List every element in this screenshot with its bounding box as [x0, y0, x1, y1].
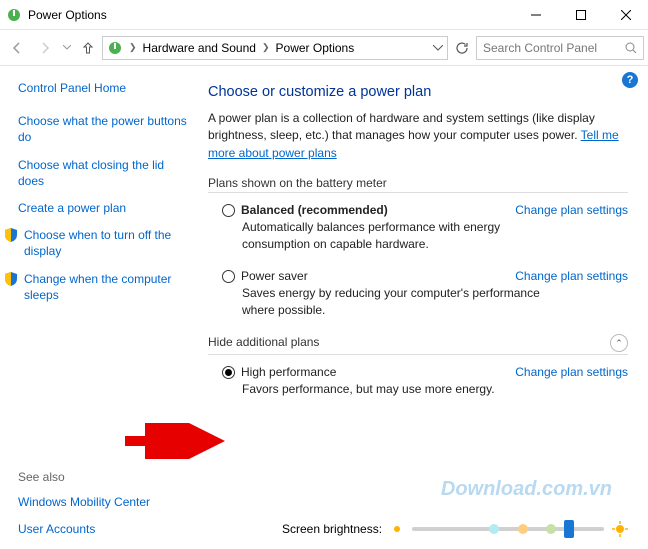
- sidebar-home[interactable]: Control Panel Home: [18, 80, 190, 96]
- sun-bright-icon: [612, 521, 628, 537]
- help-icon[interactable]: ?: [622, 72, 638, 88]
- sidebar: Control Panel Home Choose what the power…: [0, 66, 202, 549]
- chevron-down-icon[interactable]: [433, 45, 443, 51]
- plan-high-performance-desc: Favors performance, but may use more ene…: [242, 381, 568, 398]
- up-button[interactable]: [76, 36, 100, 60]
- change-settings-balanced[interactable]: Change plan settings: [515, 203, 628, 217]
- brightness-label: Screen brightness:: [282, 522, 382, 536]
- hide-plans-toggle[interactable]: Hide additional plans: [208, 335, 319, 349]
- section-battery-plans: Plans shown on the battery meter: [208, 176, 628, 190]
- change-settings-high-performance[interactable]: Change plan settings: [515, 365, 628, 379]
- search-input[interactable]: Search Control Panel: [476, 36, 644, 60]
- page-description: A power plan is a collection of hardware…: [208, 110, 628, 162]
- titlebar: Power Options: [0, 0, 648, 30]
- shield-icon: [4, 227, 18, 259]
- shield-icon: [4, 271, 18, 303]
- chevron-right-icon: ❯: [262, 42, 270, 53]
- sidebar-link-accounts[interactable]: User Accounts: [18, 521, 190, 537]
- power-icon: [107, 40, 123, 56]
- minimize-button[interactable]: [513, 0, 558, 29]
- change-settings-power-saver[interactable]: Change plan settings: [515, 269, 628, 283]
- window-title: Power Options: [28, 8, 513, 22]
- sidebar-link-create-plan[interactable]: Create a power plan: [18, 200, 190, 216]
- address-bar[interactable]: ❯ Hardware and Sound ❯ Power Options: [102, 36, 448, 60]
- plan-balanced-desc: Automatically balances performance with …: [242, 219, 568, 253]
- app-icon: [0, 7, 28, 23]
- radio-high-performance[interactable]: [222, 366, 235, 379]
- search-placeholder: Search Control Panel: [483, 41, 597, 55]
- brightness-slider[interactable]: [412, 527, 604, 531]
- sidebar-link-power-buttons[interactable]: Choose what the power buttons do: [18, 113, 190, 145]
- radio-balanced[interactable]: [222, 204, 235, 217]
- history-dropdown[interactable]: [60, 35, 74, 61]
- breadcrumb-1[interactable]: Hardware and Sound: [143, 41, 256, 55]
- see-also-heading: See also: [18, 470, 190, 484]
- plan-power-saver-name[interactable]: Power saver: [241, 269, 509, 283]
- main-panel: ? Choose or customize a power plan A pow…: [202, 66, 648, 549]
- breadcrumb-2[interactable]: Power Options: [276, 41, 355, 55]
- sidebar-link-mobility[interactable]: Windows Mobility Center: [18, 494, 190, 510]
- sidebar-link-display-off[interactable]: Choose when to turn off the display: [24, 227, 190, 259]
- sun-dim-icon: [390, 522, 404, 536]
- close-button[interactable]: [603, 0, 648, 29]
- sidebar-link-sleep[interactable]: Change when the computer sleeps: [24, 271, 190, 303]
- plan-high-performance-name[interactable]: High performance: [241, 365, 509, 379]
- sidebar-link-lid[interactable]: Choose what closing the lid does: [18, 157, 190, 189]
- forward-button[interactable]: [32, 35, 58, 61]
- page-heading: Choose or customize a power plan: [208, 84, 628, 100]
- search-icon: [625, 42, 637, 54]
- nav-toolbar: ❯ Hardware and Sound ❯ Power Options Sea…: [0, 30, 648, 66]
- slider-thumb[interactable]: [564, 520, 574, 538]
- brightness-control: Screen brightness:: [282, 521, 628, 537]
- chevron-right-icon: ❯: [129, 42, 137, 53]
- back-button[interactable]: [4, 35, 30, 61]
- maximize-button[interactable]: [558, 0, 603, 29]
- refresh-button[interactable]: [450, 36, 474, 60]
- plan-balanced-name[interactable]: Balanced (recommended): [241, 203, 509, 217]
- radio-power-saver[interactable]: [222, 270, 235, 283]
- chevron-up-icon[interactable]: ⌃: [610, 334, 628, 352]
- plan-power-saver-desc: Saves energy by reducing your computer's…: [242, 285, 568, 319]
